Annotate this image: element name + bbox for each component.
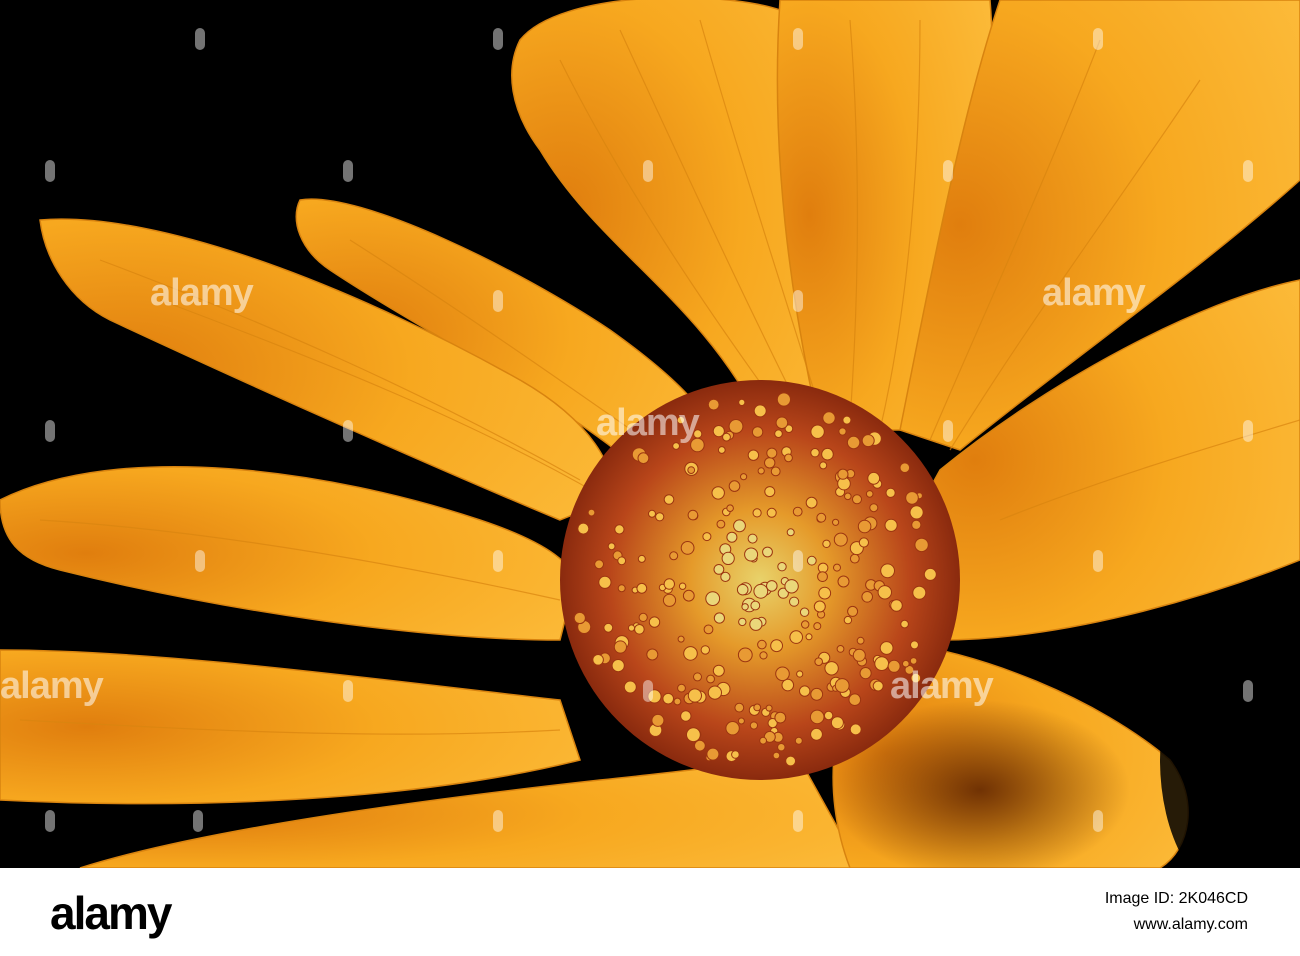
- watermark-dot: [493, 28, 503, 50]
- watermark-dot: [195, 28, 205, 50]
- watermark-dot: [45, 160, 55, 182]
- watermark-dot: [1093, 28, 1103, 50]
- watermark-dot: [943, 160, 953, 182]
- watermark-dot: [45, 810, 55, 832]
- footer-logo: alamy: [50, 887, 172, 939]
- stock-photo: alamy alamy alamy alamy alamy alamy Imag…: [0, 0, 1300, 956]
- watermark-dot: [1243, 680, 1253, 702]
- watermark-dot: [493, 810, 503, 832]
- watermark-dot: [493, 550, 503, 572]
- watermark-text: alamy: [1042, 272, 1146, 314]
- site-url: www.alamy.com: [1133, 916, 1248, 933]
- watermark-dot: [793, 290, 803, 312]
- watermark-dot: [793, 28, 803, 50]
- watermark-dot: [1093, 810, 1103, 832]
- watermark-dot: [343, 160, 353, 182]
- watermark-dot: [493, 290, 503, 312]
- watermark-dot: [343, 420, 353, 442]
- watermark-text: alamy: [0, 665, 104, 707]
- watermark-text: alamy: [150, 272, 254, 314]
- watermark-dot: [195, 550, 205, 572]
- watermark-dot: [193, 810, 203, 832]
- watermark-dot: [1243, 160, 1253, 182]
- watermark-dot: [943, 420, 953, 442]
- watermark-dot: [45, 420, 55, 442]
- watermark-dot: [1093, 550, 1103, 572]
- watermark-text: alamy: [596, 402, 700, 444]
- watermark-dot: [793, 550, 803, 572]
- watermark-dot: [643, 160, 653, 182]
- watermark-dot: [643, 680, 653, 702]
- watermark-text: alamy: [890, 665, 994, 707]
- watermark-dot: [1243, 420, 1253, 442]
- watermark-dot: [343, 680, 353, 702]
- image-id: Image ID: 2K046CD: [1104, 890, 1248, 907]
- footer-bar: alamy Image ID: 2K046CD www.alamy.com: [0, 868, 1300, 956]
- watermark-dot: [793, 810, 803, 832]
